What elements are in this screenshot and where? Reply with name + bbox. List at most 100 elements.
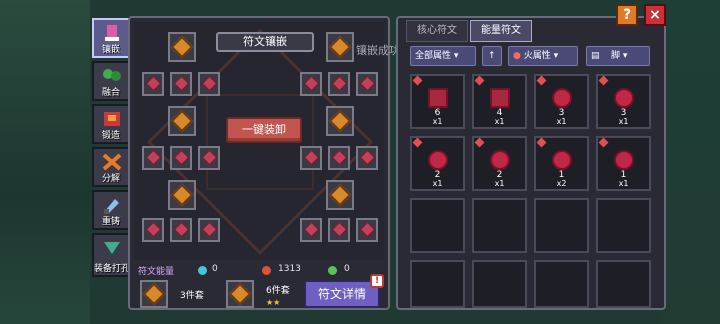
slot-filter-value: 脚 — [610, 51, 620, 61]
energy-slot[interactable] — [142, 72, 164, 96]
energy-slot[interactable] — [142, 218, 164, 242]
tab-forge[interactable]: 锻造 — [92, 104, 130, 144]
inventory-cell[interactable]: 3 x1 — [534, 74, 589, 129]
inventory-cell-empty[interactable] — [596, 198, 651, 253]
inventory-cell[interactable]: 4 x1 — [472, 74, 527, 129]
set-3-icon[interactable] — [140, 280, 168, 308]
rune-count: x1 — [618, 179, 629, 188]
inventory-cell-empty[interactable] — [410, 260, 465, 308]
inventory-cell[interactable]: 3 x1 — [596, 74, 651, 129]
inventory-cell-empty[interactable] — [472, 260, 527, 308]
board-title: 符文镶嵌 — [216, 32, 314, 52]
arrow-up-icon: ↑ — [488, 51, 496, 61]
close-button[interactable]: × — [644, 4, 666, 26]
rune-details-button[interactable]: 符文详情 — [304, 280, 380, 308]
inventory-cell-empty[interactable] — [534, 260, 589, 308]
core-slot[interactable] — [168, 106, 196, 136]
inventory-cell[interactable]: 2 x1 — [472, 136, 527, 191]
energy-slot[interactable] — [170, 146, 192, 170]
energy-slot[interactable] — [356, 146, 378, 170]
energy-slot[interactable] — [300, 72, 322, 96]
inventory-cell[interactable]: 1 x1 — [596, 136, 651, 191]
sort-button[interactable]: ↑ — [482, 46, 502, 66]
recast-icon — [104, 199, 119, 214]
inlay-icon — [105, 25, 119, 41]
energy-slot[interactable] — [356, 72, 378, 96]
energy-slot[interactable] — [328, 218, 350, 242]
one-key-equip-button[interactable]: 一键装卸 — [226, 117, 302, 143]
attribute-filter-value: 全部属性 — [415, 51, 452, 61]
set-rune-icon — [228, 282, 252, 306]
energy-slot[interactable] — [328, 146, 350, 170]
new-tag-icon — [412, 75, 423, 86]
energy-value-fire: 1313 — [278, 264, 301, 274]
attribute-filter-select[interactable]: 全部属性 ▾ — [410, 46, 476, 66]
element-filter-value: 火属性 — [523, 51, 551, 61]
inventory-cell-empty[interactable] — [534, 198, 589, 253]
energy-slot[interactable] — [300, 146, 322, 170]
set-6-icon[interactable] — [226, 280, 254, 308]
inventory-cell-empty[interactable] — [472, 198, 527, 253]
tab-inlay[interactable]: 镶嵌 — [92, 18, 130, 58]
energy-slot[interactable] — [198, 72, 220, 96]
inventory-cell[interactable]: 2 x1 — [410, 136, 465, 191]
forge-icon — [104, 112, 120, 126]
energy-slot[interactable] — [328, 72, 350, 96]
inventory-cell-empty[interactable] — [410, 198, 465, 253]
core-slot[interactable] — [168, 32, 196, 62]
energy-rune-icon — [490, 88, 510, 108]
energy-rune-icon — [145, 221, 162, 238]
rune-count: x1 — [556, 117, 567, 126]
notice-badge: ! — [370, 274, 384, 288]
inventory-cell[interactable]: 6 x1 — [410, 74, 465, 129]
energy-rune-icon — [614, 88, 634, 108]
core-slot[interactable] — [326, 32, 354, 62]
energy-value-nature: 0 — [344, 264, 350, 274]
inlay-success-toast: 镶嵌成功 — [356, 44, 400, 57]
element-filter-select[interactable]: ● 火属性 ▾ — [508, 46, 578, 66]
tab-recast[interactable]: 重铸 — [92, 190, 130, 230]
energy-slot[interactable] — [170, 218, 192, 242]
core-slot[interactable] — [326, 106, 354, 136]
energy-rune-icon — [145, 149, 162, 166]
tab-core-runes[interactable]: 核心符文 — [406, 20, 468, 42]
set-6-stars: ★★ — [266, 298, 281, 307]
rune-energy-bar: 符文能量 0 1313 0 — [138, 264, 388, 278]
water-energy-icon — [198, 266, 207, 275]
tab-decompose[interactable]: 分解 — [92, 147, 130, 187]
set-6-label: 6件套 — [266, 286, 290, 296]
new-tag-icon — [536, 75, 547, 86]
inventory-cell[interactable]: 1 x2 — [534, 136, 589, 191]
energy-rune-icon — [552, 150, 572, 170]
new-tag-icon — [474, 137, 485, 148]
new-tag-icon — [536, 137, 547, 148]
energy-slot[interactable] — [198, 218, 220, 242]
energy-slot[interactable] — [142, 146, 164, 170]
energy-rune-icon — [552, 88, 572, 108]
new-tag-icon — [598, 137, 609, 148]
core-slot[interactable] — [326, 180, 354, 210]
rune-count: x2 — [556, 179, 567, 188]
fire-energy-icon — [262, 266, 271, 275]
filter-bar: 全部属性 ▾ ↑ ● 火属性 ▾ ▤ 脚 ▾ — [410, 46, 662, 68]
energy-slot[interactable] — [170, 72, 192, 96]
tab-fuse[interactable]: 融合 — [92, 61, 130, 101]
slot-filter-select[interactable]: ▤ 脚 ▾ — [586, 46, 650, 66]
energy-rune-icon — [359, 149, 376, 166]
tab-energy-runes[interactable]: 能量符文 — [470, 20, 532, 42]
energy-rune-icon — [303, 149, 320, 166]
energy-rune-icon — [303, 75, 320, 92]
rune-inlay-panel: 符文镶嵌 一键装卸 符文能量 0 1313 0 3件套 6件套 ★★ 符文详情 … — [128, 16, 390, 310]
scroll-icon: ▤ — [591, 51, 600, 61]
help-button[interactable]: ? — [616, 4, 638, 26]
core-rune-icon — [328, 109, 352, 133]
punch-icon — [104, 242, 120, 254]
core-rune-icon — [170, 35, 194, 59]
tab-equip-punch[interactable]: 装备打孔 — [92, 233, 130, 277]
core-slot[interactable] — [168, 180, 196, 210]
energy-slot[interactable] — [300, 218, 322, 242]
energy-slot[interactable] — [356, 218, 378, 242]
energy-slot[interactable] — [198, 146, 220, 170]
rune-count: x1 — [618, 117, 629, 126]
inventory-cell-empty[interactable] — [596, 260, 651, 308]
